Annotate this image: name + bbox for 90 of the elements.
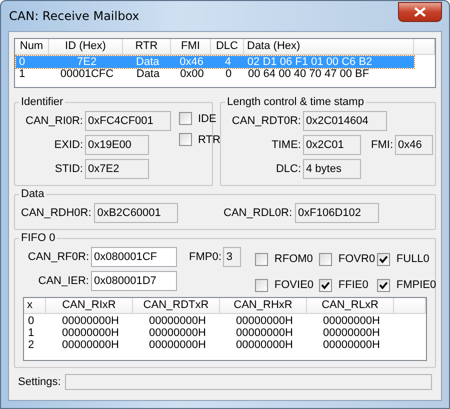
field-label: CAN_IER: <box>37 275 89 287</box>
group-title: FIFO 0 <box>20 232 56 244</box>
checkbox-label: FULL0 <box>396 253 430 265</box>
value-field[interactable]: 0x19E00 <box>85 135 149 155</box>
table-cell-text: 00000000H <box>235 339 294 351</box>
field-label: FMP0: <box>189 251 222 263</box>
settings-field[interactable] <box>64 374 432 390</box>
value-field[interactable]: 0x7E2 <box>85 159 149 179</box>
table-cell-text: 00000000H <box>148 327 207 339</box>
table-cell-text: 00000000H <box>61 327 120 339</box>
checkbox[interactable] <box>179 133 192 146</box>
field-label: FMI: <box>371 139 393 151</box>
checkbox-label: FFIE0 <box>338 279 368 291</box>
window-title: CAN: Receive Mailbox <box>9 9 140 23</box>
group-title: Identifier <box>20 96 64 108</box>
field-label: CAN_RF0R: <box>27 251 89 263</box>
table-cell-text: 00000000H <box>235 327 294 339</box>
value-field[interactable]: 0x080001D7 <box>91 271 177 291</box>
field-label: CAN_RDL0R: <box>224 207 292 219</box>
table-cell-text: 1 <box>27 327 36 339</box>
group-title: Length control & time stamp <box>226 96 365 108</box>
field-label: CAN_RDT0R: <box>230 115 301 127</box>
column-header[interactable]: ID (Hex) <box>49 39 123 55</box>
table-cell-text: 00000000H <box>322 339 381 351</box>
checkbox[interactable] <box>179 112 192 125</box>
checkbox-label: RTR <box>198 134 220 146</box>
table-cell-text: 00000000H <box>322 327 381 339</box>
value-field[interactable]: 3 <box>223 247 242 267</box>
table-cell-text: 0x00 <box>179 68 205 80</box>
checkbox[interactable] <box>319 252 332 266</box>
value-field[interactable]: 4 bytes <box>303 159 361 179</box>
value-field[interactable]: 0x080001CF <box>91 247 177 267</box>
value-field[interactable]: 0x2C014604 <box>303 111 387 131</box>
table-cell-text: 0 <box>224 68 233 80</box>
column-header[interactable]: DLC <box>211 39 244 55</box>
column-header[interactable]: CAN_RDTxR <box>133 298 220 314</box>
header-filler <box>414 39 435 55</box>
field-label: Settings: <box>18 376 61 388</box>
table-cell-text: 00001CFC <box>59 68 115 80</box>
column-header[interactable]: x <box>24 298 46 314</box>
value-field[interactable]: 0x46 <box>395 135 433 155</box>
checkbox-label: FOVR0 <box>338 253 376 265</box>
table-cell-text: 02 D1 06 F1 01 00 C6 B2 <box>246 56 374 68</box>
value-field[interactable]: 0xF106D102 <box>295 203 379 223</box>
mailbox-row[interactable]: 1 00001CFC Data 0x00 0 00 64 00 40 70 47 00 BF <box>16 68 434 80</box>
header-filler <box>394 298 426 314</box>
checkbox-label: RFOM0 <box>274 253 313 265</box>
close-button[interactable] <box>398 2 442 22</box>
table-cell-text: 0 <box>27 315 36 327</box>
checkbox[interactable] <box>255 252 268 266</box>
value-field[interactable]: 0xB2C60001 <box>94 203 178 223</box>
checkbox[interactable] <box>319 278 332 292</box>
value-field[interactable]: 0xFC4CF001 <box>85 111 171 131</box>
checkbox-label: FOVIE0 <box>274 279 314 291</box>
field-label: EXID: <box>53 139 83 151</box>
field-label: CAN_RDH0R: <box>21 207 92 219</box>
column-header[interactable]: Data (Hex) <box>244 39 414 55</box>
table-cell-text: 1 <box>18 68 26 80</box>
field-label: CAN_RI0R: <box>24 115 83 127</box>
table-cell-text: 4 <box>224 56 232 68</box>
column-header[interactable]: RTR <box>123 39 171 55</box>
checkbox-label: FMPIE0 <box>396 279 436 291</box>
checkbox[interactable] <box>255 278 268 292</box>
table-cell-text: 00 64 00 40 70 47 00 BF <box>247 68 370 80</box>
column-header[interactable]: CAN_RHxR <box>220 298 307 314</box>
checkbox[interactable] <box>377 252 390 266</box>
table-cell-text: 00000000H <box>235 315 294 327</box>
table-cell-text: 00000000H <box>148 339 207 351</box>
value-field[interactable]: 0x2C01 <box>303 135 361 155</box>
group-title: Data <box>20 188 46 200</box>
table-cell-text: 2 <box>27 339 36 351</box>
field-label: STID: <box>54 163 83 175</box>
table-cell-text: Data <box>135 56 160 68</box>
checkbox[interactable] <box>377 278 390 292</box>
table-cell-text: 0 <box>18 56 26 68</box>
column-header[interactable]: CAN_RIxR <box>46 298 133 314</box>
table-cell-text: 00000000H <box>61 339 120 351</box>
checkbox-label: IDE <box>198 112 216 124</box>
close-icon <box>414 6 426 16</box>
table-cell-text: 7E2 <box>76 56 98 68</box>
table-cell-text: 0x46 <box>178 56 204 68</box>
column-header[interactable]: FMI <box>171 39 211 55</box>
field-label: TIME: <box>270 139 301 151</box>
table-cell-text: 00000000H <box>61 315 120 327</box>
table-cell-text: 00000000H <box>148 315 207 327</box>
table-cell-text: 00000000H <box>322 315 381 327</box>
column-header[interactable]: CAN_RLxR <box>307 298 394 314</box>
field-label: DLC: <box>274 163 301 175</box>
column-header[interactable]: Num <box>15 39 49 55</box>
table-cell-text: Data <box>135 68 161 80</box>
